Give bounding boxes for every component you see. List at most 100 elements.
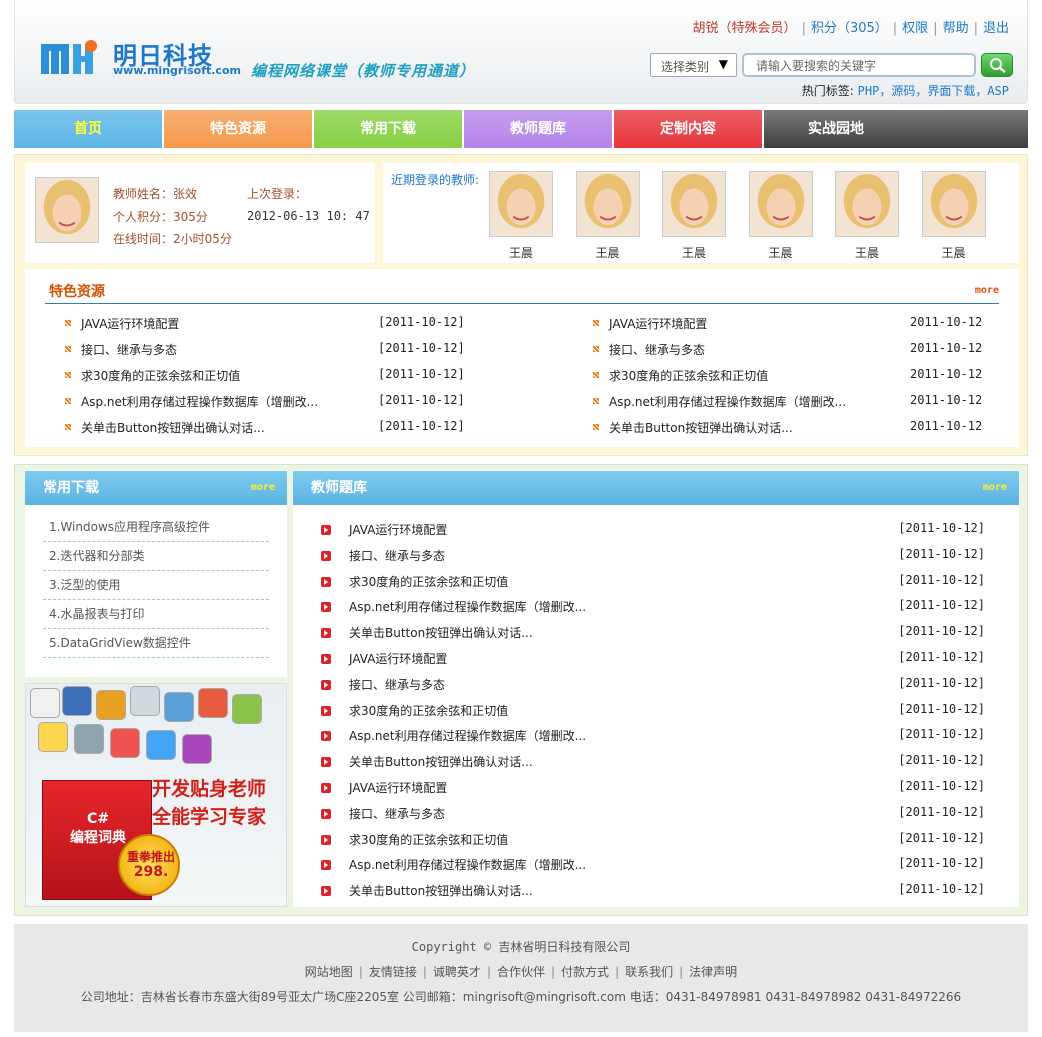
ad-headline-1: 开发贴身老师 bbox=[152, 778, 267, 800]
app-icon bbox=[74, 724, 104, 754]
hot-tags-links[interactable]: PHP，源码，界面下载，ASP bbox=[858, 84, 1009, 98]
exam-item[interactable]: 求30度角的正弦余弦和正切值 [2011-10-12] bbox=[321, 573, 991, 599]
footer-link[interactable]: 友情链接 bbox=[369, 965, 417, 979]
footer-link[interactable]: 合作伙伴 bbox=[497, 965, 545, 979]
user-name-link[interactable]: 胡锐（特殊会员） bbox=[693, 21, 797, 36]
arrow-bullet-icon bbox=[321, 860, 331, 871]
featured-item[interactable]: JAVA运行环境配置 [2011-10-12] bbox=[65, 315, 485, 333]
nav-item-4[interactable]: 定制内容 bbox=[614, 110, 762, 148]
downloads-more-link[interactable]: more bbox=[251, 471, 275, 505]
nav-item-2[interactable]: 常用下载 bbox=[314, 110, 462, 148]
teacher-avatar bbox=[35, 177, 99, 243]
ad-badge-text: 重拳推出 bbox=[126, 850, 175, 864]
exam-item-date: [2011-10-12] bbox=[898, 804, 985, 819]
footer-link[interactable]: 网站地图 bbox=[305, 965, 353, 979]
exam-item[interactable]: Asp.net利用存储过程操作数据库（增删改... [2011-10-12] bbox=[321, 727, 991, 753]
footer-link[interactable]: 法律声明 bbox=[689, 965, 737, 979]
exam-item[interactable]: JAVA运行环境配置 [2011-10-12] bbox=[321, 779, 991, 805]
bullet-icon bbox=[593, 372, 599, 378]
site-slogan: 编程网络课堂（教师专用通道） bbox=[251, 62, 476, 80]
footer-link[interactable]: 诚聘英才 bbox=[433, 965, 481, 979]
nav-item-0[interactable]: 首页 bbox=[14, 110, 162, 148]
nav-item-3[interactable]: 教师题库 bbox=[464, 110, 612, 148]
featured-item-date: 2011-10-12 bbox=[910, 341, 983, 355]
hot-tags-label: 热门标签: bbox=[801, 84, 854, 98]
app-icon bbox=[198, 688, 228, 718]
recent-teacher[interactable]: 王晨 bbox=[921, 171, 986, 261]
search-icon bbox=[990, 58, 1006, 73]
teacher-photo bbox=[748, 171, 813, 237]
exam-item-date: [2011-10-12] bbox=[898, 572, 985, 587]
exam-item[interactable]: 求30度角的正弦余弦和正切值 [2011-10-12] bbox=[321, 831, 991, 857]
search-input[interactable]: 请输入要搜索的关键字 bbox=[742, 53, 976, 77]
exam-item[interactable]: Asp.net利用存储过程操作数据库（增删改... [2011-10-12] bbox=[321, 856, 991, 882]
exam-item[interactable]: 关单击Button按钮弹出确认对话... [2011-10-12] bbox=[321, 624, 991, 650]
search-button[interactable] bbox=[981, 53, 1013, 77]
exam-item[interactable]: JAVA运行环境配置 [2011-10-12] bbox=[321, 521, 991, 547]
exam-item-date: [2011-10-12] bbox=[898, 882, 985, 897]
exam-item-title: 求30度角的正弦余弦和正切值 bbox=[349, 703, 509, 718]
featured-item[interactable]: 关单击Button按钮弹出确认对话... [2011-10-12] bbox=[65, 419, 485, 437]
exam-item-date: [2011-10-12] bbox=[898, 727, 985, 742]
exam-item[interactable]: 接口、继承与多态 [2011-10-12] bbox=[321, 547, 991, 573]
teacher-online-time: 在线时间：2小时05分 bbox=[113, 232, 232, 246]
footer-separator: | bbox=[486, 965, 491, 979]
exam-item-date: [2011-10-12] bbox=[898, 598, 985, 613]
exam-item-title: Asp.net利用存储过程操作数据库（增删改... bbox=[349, 858, 587, 873]
download-item[interactable]: 2.迭代器和分部类 bbox=[43, 542, 269, 571]
exam-more-link[interactable]: more bbox=[983, 471, 1007, 505]
site-logo[interactable]: 明日科技 www.mingrisoft.com bbox=[39, 38, 241, 86]
featured-item[interactable]: Asp.net利用存储过程操作数据库（增删改... [2011-10-12] bbox=[65, 393, 485, 411]
logout-link[interactable]: 退出 bbox=[983, 21, 1009, 36]
recent-teacher[interactable]: 王晨 bbox=[489, 171, 553, 261]
recent-teacher[interactable]: 王晨 bbox=[835, 171, 899, 261]
exam-item[interactable]: JAVA运行环境配置 [2011-10-12] bbox=[321, 650, 991, 676]
featured-item[interactable]: JAVA运行环境配置 2011-10-12 bbox=[593, 315, 993, 333]
recent-teacher[interactable]: 王晨 bbox=[575, 171, 640, 261]
featured-item[interactable]: 关单击Button按钮弹出确认对话... 2011-10-12 bbox=[593, 419, 993, 437]
nav-item-5[interactable]: 实战园地 bbox=[764, 110, 1028, 148]
exam-item[interactable]: 接口、继承与多态 [2011-10-12] bbox=[321, 805, 991, 831]
recent-teacher[interactable]: 王晨 bbox=[662, 171, 726, 261]
logo-url-text: www.mingrisoft.com bbox=[113, 64, 241, 77]
help-link[interactable]: 帮助 bbox=[943, 21, 969, 36]
nav-item-1[interactable]: 特色资源 bbox=[164, 110, 312, 148]
dropdown-arrow-icon: ▼ bbox=[718, 57, 728, 71]
exam-item[interactable]: 求30度角的正弦余弦和正切值 [2011-10-12] bbox=[321, 702, 991, 728]
profile-section: 教师姓名：张效 个人积分：305分 在线时间：2小时05分 上次登录： 2012… bbox=[14, 154, 1028, 456]
exam-item-date: [2011-10-12] bbox=[898, 546, 985, 561]
exam-item[interactable]: 接口、继承与多态 [2011-10-12] bbox=[321, 676, 991, 702]
hot-tags: 热门标签: PHP，源码，界面下载，ASP bbox=[802, 82, 1009, 99]
bullet-icon bbox=[593, 424, 599, 430]
exam-item[interactable]: 关单击Button按钮弹出确认对话... [2011-10-12] bbox=[321, 753, 991, 779]
teacher-name-label: 王晨 bbox=[508, 246, 533, 260]
featured-item[interactable]: 求30度角的正弦余弦和正切值 2011-10-12 bbox=[593, 367, 993, 385]
copyright: Copyright © 吉林省明日科技有限公司 bbox=[411, 940, 631, 954]
arrow-bullet-icon bbox=[321, 834, 331, 845]
ad-banner[interactable]: 开发贴身老师 全能学习专家 C# 编程词典 重拳推出 298. bbox=[25, 683, 287, 907]
featured-item[interactable]: Asp.net利用存储过程操作数据库（增删改... 2011-10-12 bbox=[593, 393, 993, 411]
permissions-link[interactable]: 权限 bbox=[902, 21, 928, 36]
featured-item[interactable]: 接口、继承与多态 2011-10-12 bbox=[593, 341, 993, 359]
app-icon bbox=[110, 728, 140, 758]
download-item[interactable]: 3.泛型的使用 bbox=[43, 571, 269, 600]
featured-item-date: [2011-10-12] bbox=[378, 341, 465, 355]
download-item[interactable]: 5.DataGridView数据控件 bbox=[43, 629, 269, 658]
category-select[interactable]: 选择类别 ▼ bbox=[650, 53, 737, 77]
exam-item-date: [2011-10-12] bbox=[898, 856, 985, 871]
exam-item-title: 接口、继承与多态 bbox=[349, 677, 446, 692]
app-icon bbox=[62, 686, 92, 716]
recent-teacher[interactable]: 王晨 bbox=[748, 171, 813, 261]
footer-link[interactable]: 付款方式 bbox=[561, 965, 609, 979]
featured-more-link[interactable]: more bbox=[975, 285, 999, 296]
download-item[interactable]: 1.Windows应用程序高级控件 bbox=[43, 513, 269, 542]
exam-item[interactable]: 关单击Button按钮弹出确认对话... [2011-10-12] bbox=[321, 882, 991, 908]
exam-item[interactable]: Asp.net利用存储过程操作数据库（增删改... [2011-10-12] bbox=[321, 598, 991, 624]
featured-item[interactable]: 接口、继承与多态 [2011-10-12] bbox=[65, 341, 485, 359]
featured-item[interactable]: 求30度角的正弦余弦和正切值 [2011-10-12] bbox=[65, 367, 485, 385]
footer-separator: | bbox=[422, 965, 427, 979]
download-item[interactable]: 4.水晶报表与打印 bbox=[43, 600, 269, 629]
featured-item-date: 2011-10-12 bbox=[910, 367, 983, 381]
footer-link[interactable]: 联系我们 bbox=[625, 965, 673, 979]
points-link[interactable]: 积分（305） bbox=[811, 21, 888, 36]
